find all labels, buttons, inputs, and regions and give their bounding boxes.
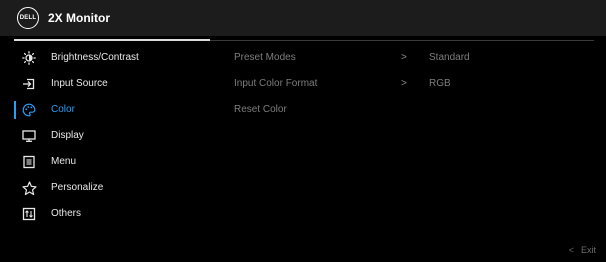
menu-item-label: Color (51, 104, 75, 115)
menu-item-input-source[interactable]: Input Source (0, 72, 210, 96)
exit-button[interactable]: < Exit (569, 245, 596, 255)
monitor-title: 2X Monitor (48, 11, 110, 25)
chevron-right-icon: > (401, 52, 407, 63)
exit-label: Exit (580, 245, 596, 255)
others-icon (21, 206, 37, 222)
menu-item-others[interactable]: Others (0, 202, 210, 226)
menu-item-personalize[interactable]: Personalize (0, 176, 210, 200)
star-icon (21, 180, 37, 196)
menu-list-icon (21, 154, 37, 170)
chevron-left-icon: < (568, 245, 574, 255)
menu-item-label: Others (51, 208, 82, 219)
submenu-label: Reset Color (234, 104, 287, 115)
title-divider (210, 39, 594, 41)
submenu-label: Preset Modes (234, 52, 296, 63)
dell-logo: DELL (17, 7, 39, 29)
menu-item-label: Menu (51, 156, 77, 167)
color-palette-icon (21, 102, 37, 118)
title-divider-active (14, 39, 210, 41)
menu-item-menu[interactable]: Menu (0, 150, 210, 174)
osd-window: DELL 2X Monitor Brightness/Contrast Inpu… (0, 0, 606, 262)
menu-item-display[interactable]: Display (0, 124, 210, 148)
submenu-value: RGB (429, 78, 451, 89)
submenu-label: Input Color Format (234, 78, 318, 89)
menu-item-label: Personalize (51, 182, 104, 193)
menu-item-brightness-contrast[interactable]: Brightness/Contrast (0, 46, 210, 70)
display-monitor-icon (21, 128, 37, 144)
menu-item-color[interactable]: Color (0, 98, 210, 122)
menu-item-label: Display (51, 130, 84, 141)
brightness-icon (21, 50, 37, 66)
active-indicator (14, 101, 16, 119)
input-source-icon (21, 76, 37, 92)
chevron-right-icon: > (401, 78, 407, 89)
submenu-value: Standard (429, 52, 470, 63)
title-bar: DELL 2X Monitor (0, 0, 606, 36)
menu-item-label: Input Source (51, 78, 108, 89)
menu-item-label: Brightness/Contrast (51, 52, 139, 63)
